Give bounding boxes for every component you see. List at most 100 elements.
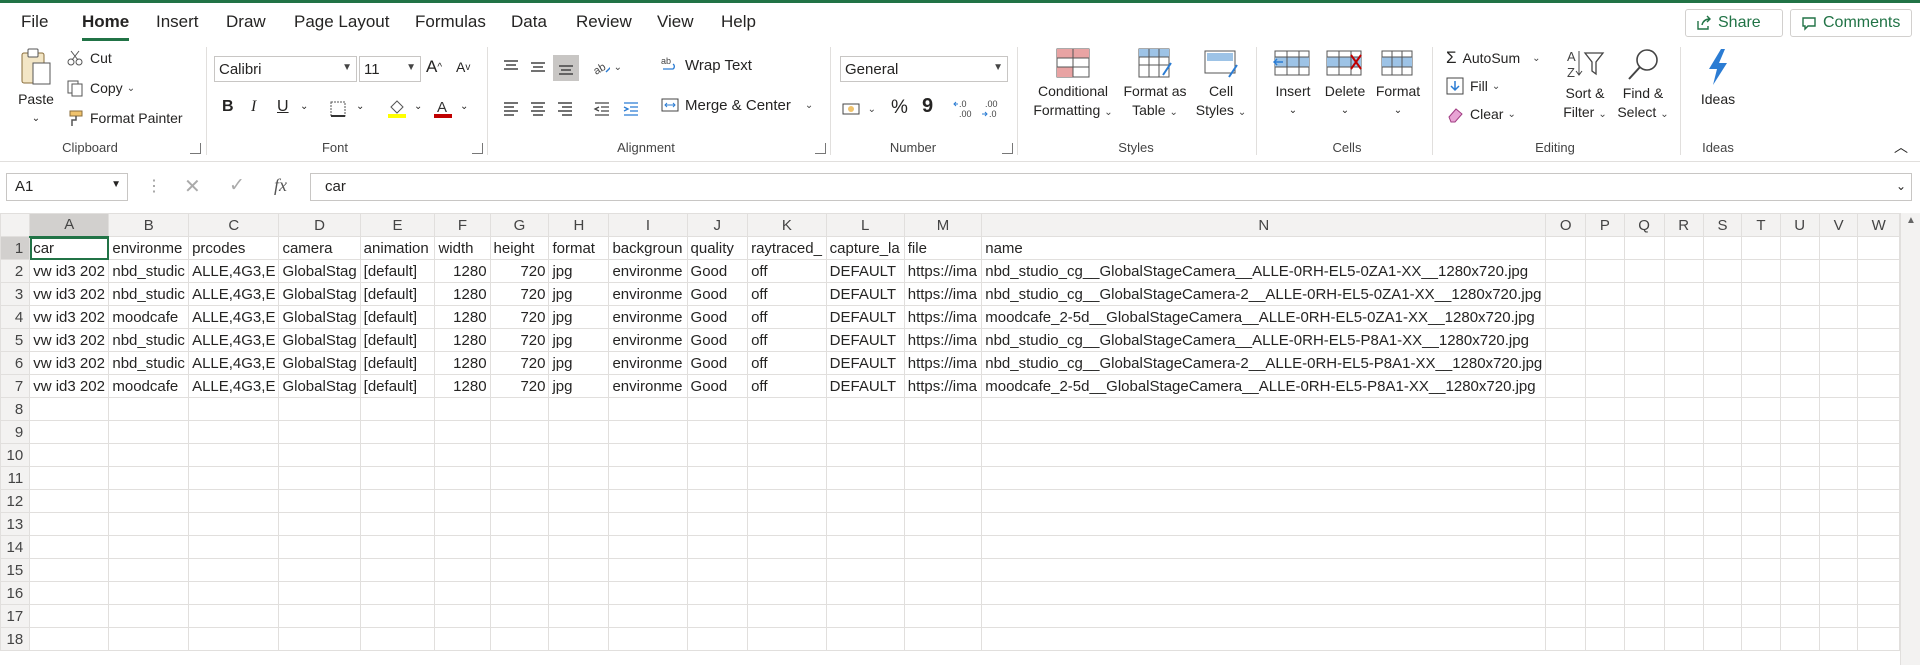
cell-m9[interactable] xyxy=(903,420,983,444)
cell-a17[interactable] xyxy=(29,604,110,628)
cell-t12[interactable] xyxy=(1741,489,1781,513)
cell-e12[interactable] xyxy=(359,489,436,513)
cell-r9[interactable] xyxy=(1663,420,1704,444)
cell-g6[interactable]: 720 xyxy=(489,351,550,375)
cell-k13[interactable] xyxy=(747,512,827,536)
cell-t11[interactable] xyxy=(1741,466,1781,490)
cell-c6[interactable]: ALLE,4G3,E xyxy=(188,351,280,375)
cell-v8[interactable] xyxy=(1818,397,1859,421)
row-header[interactable]: 3 xyxy=(0,282,31,306)
cell-k9[interactable] xyxy=(747,420,827,444)
cell-v5[interactable] xyxy=(1818,328,1859,352)
cell-w15[interactable] xyxy=(1857,558,1900,582)
row-header[interactable]: 11 xyxy=(0,466,31,490)
cell-p15[interactable] xyxy=(1585,558,1625,582)
cell-r7[interactable] xyxy=(1663,374,1704,398)
cell-o16[interactable] xyxy=(1545,581,1587,605)
cell-i7[interactable]: environme xyxy=(608,374,688,398)
cell-u12[interactable] xyxy=(1779,489,1820,513)
cell-k11[interactable] xyxy=(747,466,827,490)
cell-j7[interactable]: Good xyxy=(686,374,749,398)
cell-l2[interactable]: DEFAULT xyxy=(825,259,905,283)
cell-v11[interactable] xyxy=(1818,466,1859,490)
cell-n5[interactable]: nbd_studio_cg__GlobalStageCamera__ALLE-0… xyxy=(981,328,1547,352)
column-header-i[interactable]: I xyxy=(608,213,688,237)
cell-r12[interactable] xyxy=(1663,489,1704,513)
cell-m12[interactable] xyxy=(903,489,983,513)
tab-page-layout[interactable]: Page Layout xyxy=(294,12,389,32)
cell-l10[interactable] xyxy=(825,443,905,467)
cell-h7[interactable]: jpg xyxy=(548,374,610,398)
cell-t10[interactable] xyxy=(1741,443,1781,467)
cell-q15[interactable] xyxy=(1623,558,1665,582)
column-header-w[interactable]: W xyxy=(1857,213,1900,237)
cell-g17[interactable] xyxy=(489,604,550,628)
comma-style-button[interactable]: 9 xyxy=(922,95,933,118)
cell-j10[interactable] xyxy=(686,443,749,467)
cell-n16[interactable] xyxy=(981,581,1547,605)
cell-e10[interactable] xyxy=(359,443,436,467)
column-header-v[interactable]: V xyxy=(1818,213,1859,237)
bottom-align-button[interactable] xyxy=(553,55,579,81)
cell-styles-button[interactable]: Cell Styles ⌄ xyxy=(1190,47,1252,122)
cell-e5[interactable]: [default] xyxy=(359,328,436,352)
cell-b13[interactable] xyxy=(108,512,190,536)
cell-h11[interactable] xyxy=(548,466,610,490)
cell-k4[interactable]: off xyxy=(747,305,827,329)
underline-button[interactable]: U xyxy=(277,98,289,116)
cell-h13[interactable] xyxy=(548,512,610,536)
cell-m4[interactable]: https://ima xyxy=(903,305,983,329)
cell-a18[interactable] xyxy=(29,627,110,651)
cell-h18[interactable] xyxy=(548,627,610,651)
cell-l7[interactable]: DEFAULT xyxy=(825,374,905,398)
cell-e15[interactable] xyxy=(359,558,436,582)
cell-w9[interactable] xyxy=(1857,420,1900,444)
cell-f4[interactable]: 1280 xyxy=(434,305,491,329)
cell-h2[interactable]: jpg xyxy=(548,259,610,283)
cell-w12[interactable] xyxy=(1857,489,1900,513)
cell-d17[interactable] xyxy=(278,604,361,628)
cell-k1[interactable]: raytraced_ xyxy=(747,236,827,260)
cell-s7[interactable] xyxy=(1702,374,1743,398)
cell-m16[interactable] xyxy=(903,581,983,605)
cell-t13[interactable] xyxy=(1741,512,1781,536)
cell-p11[interactable] xyxy=(1585,466,1625,490)
chevron-down-icon[interactable]: ⌄ xyxy=(300,101,308,112)
cell-w11[interactable] xyxy=(1857,466,1900,490)
cell-g8[interactable] xyxy=(489,397,550,421)
cell-g13[interactable] xyxy=(489,512,550,536)
column-header-h[interactable]: H xyxy=(548,213,610,237)
cell-g5[interactable]: 720 xyxy=(489,328,550,352)
cell-c18[interactable] xyxy=(188,627,280,651)
chevron-down-icon[interactable]: ⌄ xyxy=(460,101,468,112)
cell-q11[interactable] xyxy=(1623,466,1665,490)
bold-button[interactable]: B xyxy=(222,98,234,116)
chevron-down-icon[interactable]: ▼ xyxy=(111,179,121,190)
cell-j12[interactable] xyxy=(686,489,749,513)
cell-p7[interactable] xyxy=(1585,374,1625,398)
cell-v3[interactable] xyxy=(1818,282,1859,306)
column-header-l[interactable]: L xyxy=(825,213,905,237)
cell-q1[interactable] xyxy=(1623,236,1665,260)
row-header[interactable]: 10 xyxy=(0,443,31,467)
cell-w16[interactable] xyxy=(1857,581,1900,605)
cell-w3[interactable] xyxy=(1857,282,1900,306)
cell-s5[interactable] xyxy=(1702,328,1743,352)
cell-b18[interactable] xyxy=(108,627,190,651)
ideas-button[interactable]: Ideas xyxy=(1692,47,1744,109)
cell-a1[interactable]: car xyxy=(29,236,110,260)
cell-m10[interactable] xyxy=(903,443,983,467)
cell-e9[interactable] xyxy=(359,420,436,444)
cell-f6[interactable]: 1280 xyxy=(434,351,491,375)
cell-p16[interactable] xyxy=(1585,581,1625,605)
cell-j6[interactable]: Good xyxy=(686,351,749,375)
cell-s13[interactable] xyxy=(1702,512,1743,536)
cell-f5[interactable]: 1280 xyxy=(434,328,491,352)
cell-r18[interactable] xyxy=(1663,627,1704,651)
cell-r4[interactable] xyxy=(1663,305,1704,329)
cell-t18[interactable] xyxy=(1741,627,1781,651)
cell-p10[interactable] xyxy=(1585,443,1625,467)
cell-t9[interactable] xyxy=(1741,420,1781,444)
cell-n13[interactable] xyxy=(981,512,1547,536)
cell-b6[interactable]: nbd_studic xyxy=(108,351,190,375)
